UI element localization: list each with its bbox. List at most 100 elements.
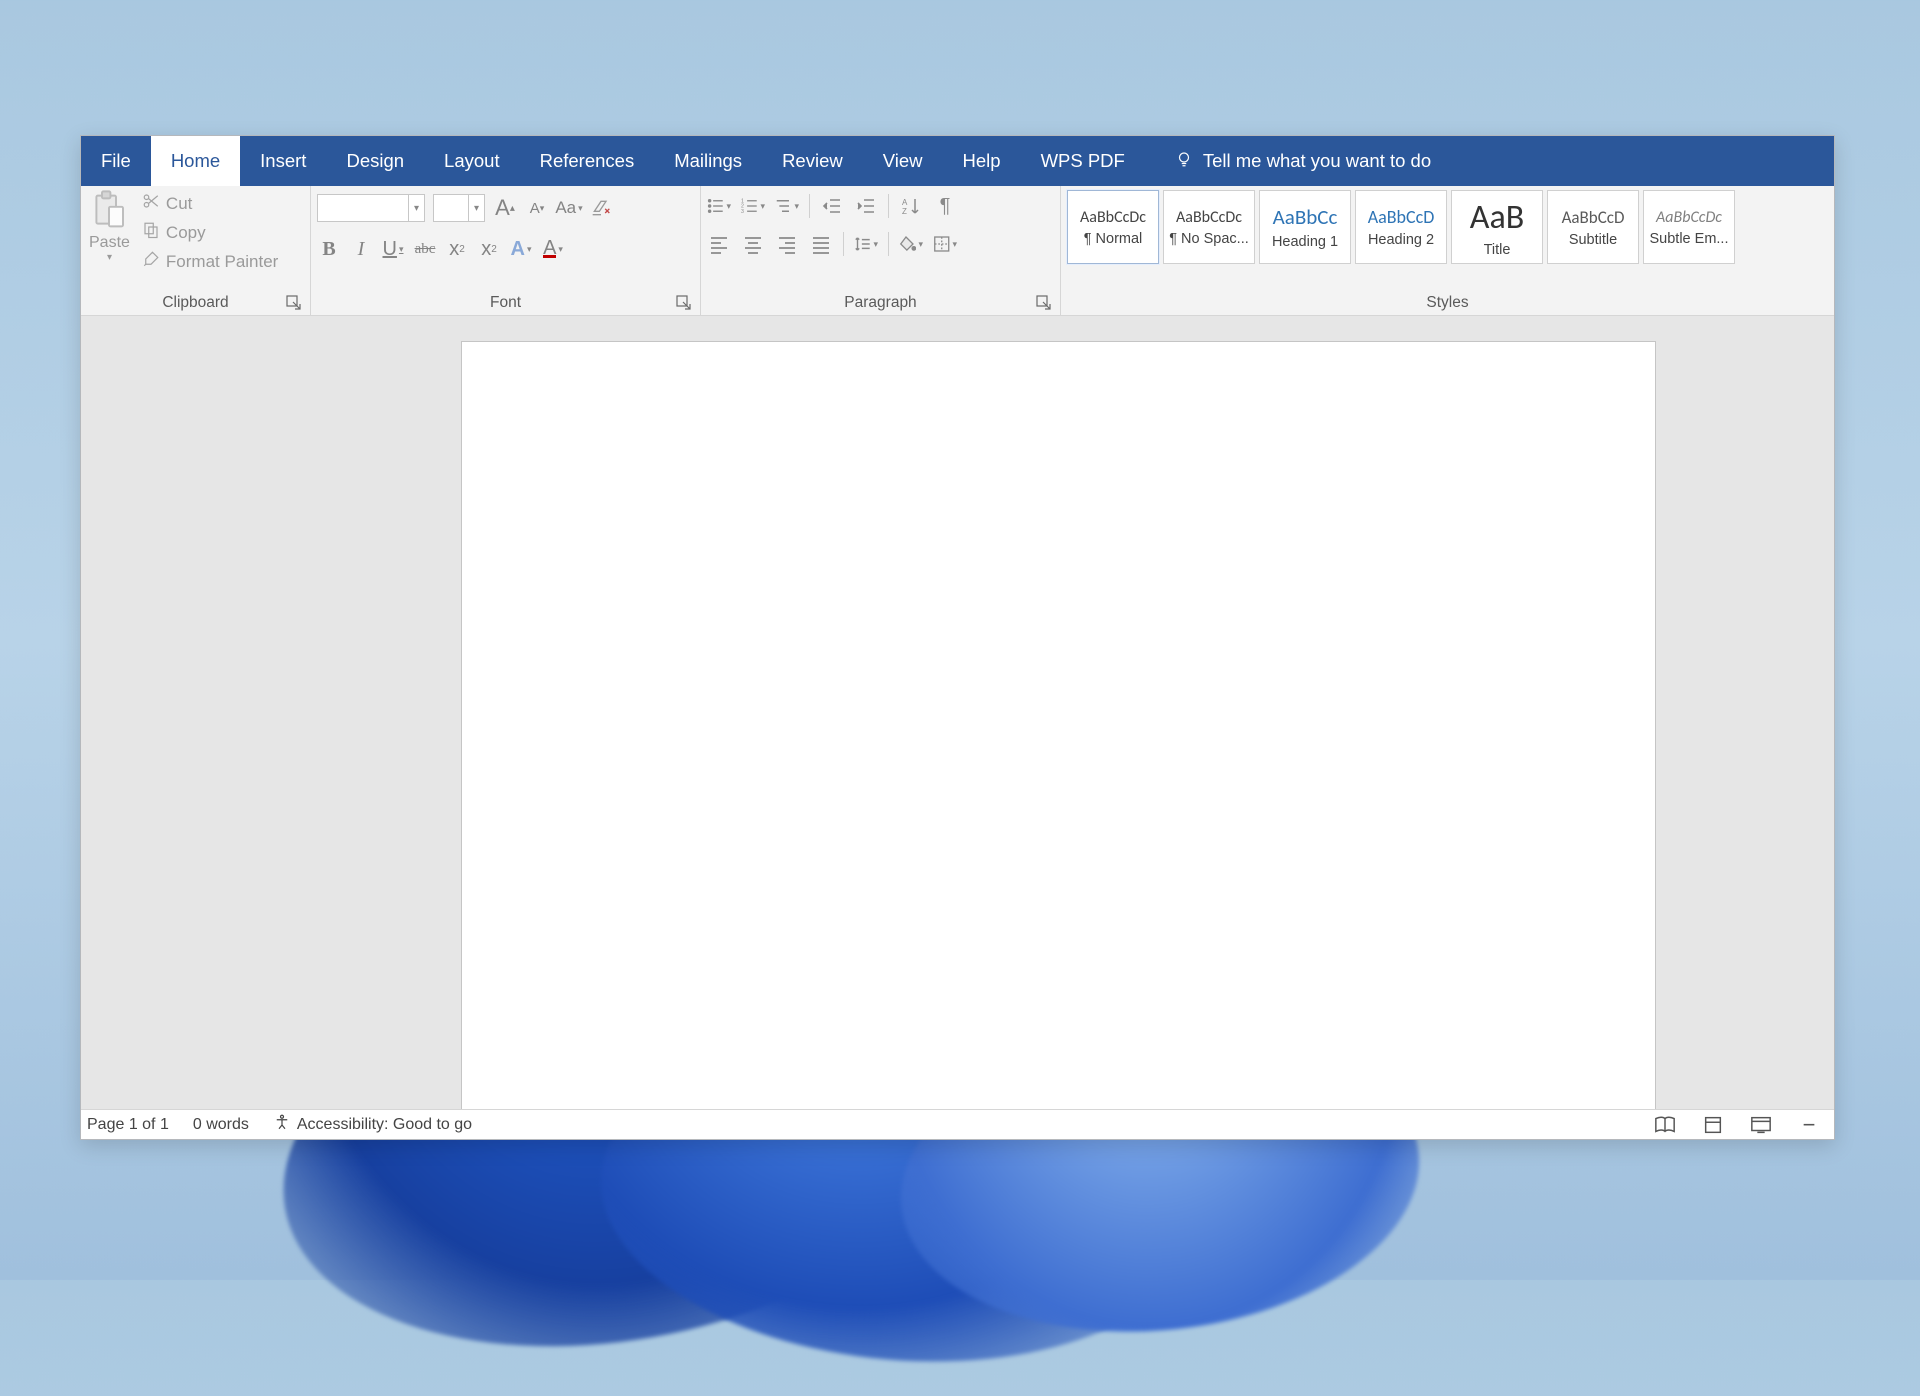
web-layout-button[interactable]: [1748, 1114, 1774, 1136]
bold-button[interactable]: B: [317, 236, 341, 262]
print-layout-button[interactable]: [1700, 1114, 1726, 1136]
align-right-button[interactable]: [775, 232, 799, 256]
multilevel-list-button[interactable]: ▾: [775, 194, 799, 218]
change-case-button[interactable]: Aa▾: [557, 195, 581, 221]
group-clipboard: Paste ▾ Cut Copy: [81, 186, 311, 315]
tab-mailings[interactable]: Mailings: [654, 136, 762, 186]
style-card[interactable]: AaBbCcDc ¶ No Spac...: [1163, 190, 1255, 264]
shrink-font-button[interactable]: A▾: [525, 195, 549, 221]
cut-button[interactable]: Cut: [142, 192, 278, 215]
style-card[interactable]: AaBTitle: [1451, 190, 1543, 264]
bullets-button[interactable]: ▾: [707, 194, 731, 218]
style-card[interactable]: AaBbCcDc ¶ Normal: [1067, 190, 1159, 264]
style-preview: AaBbCcDc: [1656, 208, 1722, 227]
show-paragraph-marks-button[interactable]: ¶: [933, 194, 957, 218]
tab-file[interactable]: File: [81, 136, 151, 186]
justify-button[interactable]: [809, 232, 833, 256]
document-area[interactable]: [81, 316, 1834, 1109]
style-card[interactable]: AaBbCc Heading 1: [1259, 190, 1351, 264]
shading-button[interactable]: ▾: [899, 232, 923, 256]
group-label-font: Font: [317, 290, 694, 315]
group-font: ▾ ▾ A▴ A▾ Aa▾ B: [311, 186, 701, 315]
style-preview: AaBbCcDc: [1080, 208, 1146, 227]
styles-gallery[interactable]: AaBbCcDc¶ NormalAaBbCcDc¶ No Spac...AaBb…: [1067, 188, 1735, 264]
italic-button[interactable]: I: [349, 236, 373, 262]
svg-text:Z: Z: [902, 207, 907, 216]
dialog-launcher-icon[interactable]: [676, 295, 692, 311]
svg-text:3: 3: [741, 209, 744, 215]
separator: [809, 194, 810, 218]
sort-button[interactable]: AZ: [899, 194, 923, 218]
superscript-button[interactable]: x2: [477, 236, 501, 262]
tab-review[interactable]: Review: [762, 136, 863, 186]
tab-design[interactable]: Design: [326, 136, 424, 186]
separator: [843, 232, 844, 256]
dialog-launcher-icon[interactable]: [286, 295, 302, 311]
paste-label: Paste: [89, 234, 130, 252]
style-card[interactable]: AaBbCcD Subtitle: [1547, 190, 1639, 264]
style-preview: AaBbCcDc: [1176, 208, 1242, 227]
group-label-paragraph: Paragraph: [707, 290, 1054, 315]
copy-icon: [142, 221, 160, 244]
paste-button[interactable]: Paste ▾: [87, 188, 136, 263]
align-center-button[interactable]: [741, 232, 765, 256]
style-preview: AaBbCcD: [1562, 207, 1625, 228]
decrease-indent-button[interactable]: [820, 194, 844, 218]
text-effects-button[interactable]: A▾: [509, 236, 533, 262]
group-label-styles: Styles: [1067, 290, 1828, 315]
zoom-out-button[interactable]: −: [1796, 1114, 1822, 1136]
paintbrush-icon: [142, 250, 160, 273]
font-size-combo[interactable]: ▾: [433, 194, 485, 222]
line-spacing-button[interactable]: ▾: [854, 232, 878, 256]
separator: [888, 194, 889, 218]
status-accessibility[interactable]: Accessibility: Good to go: [273, 1113, 472, 1136]
borders-button[interactable]: ▾: [933, 232, 957, 256]
numbering-button[interactable]: 123▾: [741, 194, 765, 218]
svg-text:A: A: [902, 198, 908, 207]
status-page[interactable]: Page 1 of 1: [87, 1116, 169, 1134]
style-card[interactable]: AaBbCcDc Subtle Em...: [1643, 190, 1735, 264]
style-preview: AaB: [1470, 197, 1524, 238]
chevron-down-icon: ▾: [468, 195, 484, 221]
group-styles: AaBbCcDc¶ NormalAaBbCcDc¶ No Spac...AaBb…: [1061, 186, 1834, 315]
tab-wpspdf[interactable]: WPS PDF: [1021, 136, 1145, 186]
copy-button[interactable]: Copy: [142, 221, 278, 244]
group-label-clipboard: Clipboard: [87, 290, 304, 315]
tab-help[interactable]: Help: [943, 136, 1021, 186]
tab-insert[interactable]: Insert: [240, 136, 326, 186]
subscript-button[interactable]: x2: [445, 236, 469, 262]
dialog-launcher-icon[interactable]: [1036, 295, 1052, 311]
tab-home[interactable]: Home: [151, 136, 240, 186]
scissors-icon: [142, 192, 160, 215]
style-name: Subtitle: [1569, 232, 1617, 248]
tell-me-search[interactable]: Tell me what you want to do: [1155, 136, 1451, 186]
accessibility-icon: [273, 1113, 291, 1136]
document-page[interactable]: [461, 341, 1656, 1109]
style-name: Heading 1: [1272, 234, 1338, 250]
lightbulb-icon: [1175, 150, 1193, 173]
style-card[interactable]: AaBbCcDHeading 2: [1355, 190, 1447, 264]
strikethrough-button[interactable]: abc: [413, 236, 437, 262]
group-paragraph: ▾ 123▾ ▾ AZ ¶: [701, 186, 1061, 315]
style-name: Subtle Em...: [1650, 231, 1729, 247]
align-left-button[interactable]: [707, 232, 731, 256]
clear-formatting-button[interactable]: [589, 195, 613, 221]
tab-references[interactable]: References: [520, 136, 655, 186]
status-word-count[interactable]: 0 words: [193, 1116, 249, 1134]
font-name-combo[interactable]: ▾: [317, 194, 425, 222]
format-painter-label: Format Painter: [166, 252, 278, 272]
tab-layout[interactable]: Layout: [424, 136, 520, 186]
format-painter-button[interactable]: Format Painter: [142, 250, 278, 273]
increase-indent-button[interactable]: [854, 194, 878, 218]
style-name: ¶ No Spac...: [1169, 231, 1249, 247]
chevron-down-icon: ▾: [107, 252, 112, 263]
tab-view[interactable]: View: [863, 136, 943, 186]
style-preview: AaBbCc: [1273, 204, 1338, 230]
underline-button[interactable]: U▾: [381, 236, 405, 262]
style-name: ¶ Normal: [1084, 231, 1143, 247]
grow-font-button[interactable]: A▴: [493, 195, 517, 221]
separator: [888, 232, 889, 256]
read-mode-button[interactable]: [1652, 1114, 1678, 1136]
copy-label: Copy: [166, 223, 206, 243]
font-color-button[interactable]: A▾: [541, 236, 565, 262]
